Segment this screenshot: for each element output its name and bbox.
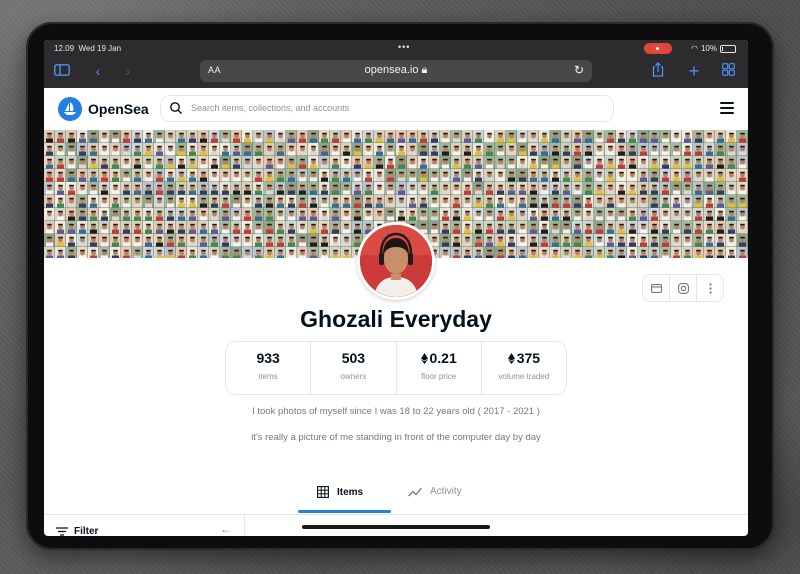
reload-icon[interactable]: ↻ xyxy=(574,63,584,77)
collection-stats: 933 items 503 owners 0.21 floor price 37… xyxy=(225,341,567,395)
tabs-divider xyxy=(44,514,748,515)
tab-activity[interactable]: Activity xyxy=(408,486,462,497)
status-time: 12.09 Wed 19 Jan xyxy=(54,44,122,53)
collection-title: Ghozali Everyday xyxy=(300,306,492,332)
back-icon[interactable]: ‹ xyxy=(88,62,108,80)
home-indicator[interactable] xyxy=(302,525,490,529)
share-icon[interactable] xyxy=(648,62,668,81)
url-text: opensea.io 🔒︎ xyxy=(364,64,428,76)
grid-icon xyxy=(317,486,329,498)
screen-recording-icon[interactable] xyxy=(644,43,672,54)
brand-name[interactable]: OpenSea xyxy=(88,101,149,117)
sidebar-toggle-icon[interactable] xyxy=(52,62,72,80)
battery-status: ◠ 10% xyxy=(691,44,736,53)
stat-items[interactable]: 933 items xyxy=(226,342,312,394)
forward-icon[interactable]: › xyxy=(118,62,138,80)
stat-floor-price[interactable]: 0.21 floor price xyxy=(397,342,482,394)
filter-icon xyxy=(56,527,68,536)
instagram-icon[interactable] xyxy=(670,275,697,301)
wifi-icon: ◠ xyxy=(691,44,698,53)
multitasking-dots-icon[interactable]: ••• xyxy=(398,42,410,52)
status-bar: 12.09 Wed 19 Jan ••• ◠ 10% xyxy=(54,42,736,56)
ethereum-icon xyxy=(420,352,428,364)
search-icon xyxy=(169,101,183,120)
search-placeholder: Search items, collections, and accounts xyxy=(191,103,350,113)
collection-actions xyxy=(642,274,724,302)
opensea-header: OpenSea Search items, collections, and a… xyxy=(44,88,748,130)
search-input[interactable]: Search items, collections, and accounts xyxy=(160,95,614,122)
ipad-screen: 12.09 Wed 19 Jan ••• ◠ 10% ‹ › AA opense… xyxy=(44,40,748,536)
opensea-logo-icon[interactable] xyxy=(58,97,82,121)
collection-description-line-1: I took photos of myself since I was 18 t… xyxy=(252,406,540,417)
collection-avatar xyxy=(357,222,435,300)
battery-icon xyxy=(720,44,736,53)
collection-tabs: Items Activity xyxy=(44,480,748,514)
hamburger-menu-icon[interactable] xyxy=(720,102,734,114)
ethereum-icon xyxy=(507,352,515,364)
lock-icon: 🔒︎ xyxy=(421,64,428,76)
tab-overview-icon[interactable] xyxy=(718,62,738,80)
more-options-icon[interactable] xyxy=(697,275,723,301)
battery-percent: 10% xyxy=(700,44,717,53)
safari-chrome: 12.09 Wed 19 Jan ••• ◠ 10% ‹ › AA opense… xyxy=(44,40,748,88)
collection-description-line-2: it's really a picture of me standing in … xyxy=(251,432,541,443)
active-tab-indicator xyxy=(298,510,391,513)
address-bar[interactable]: AA opensea.io 🔒︎ ↻ xyxy=(200,60,592,82)
new-tab-icon[interactable]: + xyxy=(684,62,704,80)
sidebar-divider xyxy=(244,515,245,536)
collapse-sidebar-arrow-icon[interactable]: ← xyxy=(220,522,232,536)
activity-chart-icon xyxy=(408,487,422,496)
safari-toolbar: ‹ › AA opensea.io 🔒︎ ↻ + xyxy=(44,58,748,84)
stat-volume-traded[interactable]: 375 volume traded xyxy=(482,342,566,394)
website-icon[interactable] xyxy=(643,275,670,301)
filter-button[interactable]: Filter xyxy=(56,526,98,536)
tab-items[interactable]: Items xyxy=(317,486,363,498)
stat-owners[interactable]: 503 owners xyxy=(311,342,397,394)
